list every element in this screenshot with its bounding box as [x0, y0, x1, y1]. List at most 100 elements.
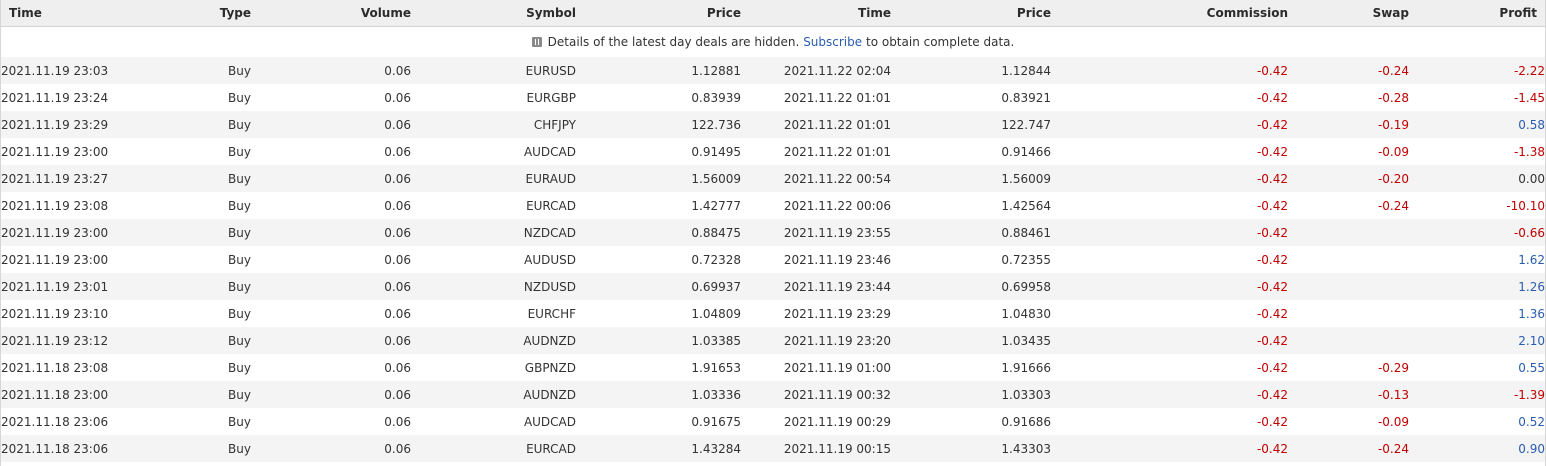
cell-close-price: 0.91686 — [1001, 414, 1051, 429]
notice-text: Details of the latest day deals are hidd… — [547, 35, 800, 49]
cell-close-time: 2021.11.19 00:15 — [741, 435, 891, 462]
table-header: Time Type Volume Symbol Price Time Price… — [1, 0, 1545, 27]
cell-close-time: 2021.11.19 00:29 — [783, 414, 891, 429]
cell-type: Buy — [151, 381, 251, 408]
cell-symbol: AUDUSD — [524, 252, 576, 267]
cell-commission: -0.42 — [1051, 273, 1288, 300]
header-close-price[interactable]: Price — [891, 0, 1051, 27]
subscribe-link[interactable]: Subscribe — [803, 35, 862, 49]
cell-type: Buy — [228, 90, 251, 105]
cell-swap: -0.13 — [1288, 381, 1409, 408]
cell-volume: 0.06 — [251, 273, 411, 300]
cell-open-price: 0.91495 — [691, 144, 741, 159]
cell-commission: -0.42 — [1256, 306, 1288, 321]
cell-open-time: 2021.11.18 23:00 — [1, 381, 151, 408]
cell-open-time: 2021.11.19 23:27 — [1, 165, 151, 192]
cell-open-price: 0.83939 — [691, 90, 741, 105]
cell-symbol: EURUSD — [411, 57, 576, 84]
table-row: 2021.11.19 23:00 Buy 0.06 AUDUSD 0.72328 2021… — [1, 246, 1545, 273]
cell-swap: -0.28 — [1377, 90, 1409, 105]
cell-type: Buy — [228, 252, 251, 267]
cell-commission: -0.42 — [1256, 198, 1288, 213]
cell-swap: -0.24 — [1288, 57, 1409, 84]
cell-open-price: 0.91675 — [691, 414, 741, 429]
cell-open-time: 2021.11.19 23:01 — [1, 273, 151, 300]
cell-commission: -0.42 — [1256, 360, 1288, 375]
cell-symbol: EURCAD — [411, 435, 576, 462]
cell-type: Buy — [228, 360, 251, 375]
hidden-deals-notice: Details of the latest day deals are hidd… — [1, 27, 1545, 58]
cell-profit: -2.22 — [1409, 57, 1545, 84]
table-row: 2021.11.19 23:01 Buy 0.06 NZDUSD 0.69937 2021… — [1, 273, 1545, 300]
cell-profit: -1.38 — [1513, 144, 1545, 159]
cell-swap: -0.29 — [1377, 360, 1409, 375]
cell-close-time: 2021.11.19 23:55 — [741, 219, 891, 246]
cell-close-time: 2021.11.22 00:54 — [741, 165, 891, 192]
cell-close-time: 2021.11.19 23:46 — [783, 252, 891, 267]
cell-symbol: AUDNZD — [411, 381, 576, 408]
cell-open-time: 2021.11.19 23:12 — [1, 327, 151, 354]
cell-close-price: 1.12844 — [891, 57, 1051, 84]
header-profit[interactable]: Profit — [1409, 0, 1545, 27]
table-row: 2021.11.19 23:24 Buy 0.06 EURGBP 0.83939 2021… — [1, 84, 1545, 111]
header-commission[interactable]: Commission — [1051, 0, 1288, 27]
header-type[interactable]: Type — [151, 0, 251, 27]
header-symbol[interactable]: Symbol — [411, 0, 576, 27]
cell-type: Buy — [228, 198, 251, 213]
header-swap[interactable]: Swap — [1288, 0, 1409, 27]
cell-volume: 0.06 — [384, 198, 411, 213]
header-volume[interactable]: Volume — [251, 0, 411, 27]
cell-commission: -0.42 — [1256, 144, 1288, 159]
cell-profit: 1.26 — [1409, 273, 1545, 300]
cell-close-price: 0.83921 — [1001, 90, 1051, 105]
header-open-price[interactable]: Price — [576, 0, 741, 27]
cell-symbol: NZDUSD — [411, 273, 576, 300]
cell-open-price: 1.42777 — [691, 198, 741, 213]
cell-open-price: 0.88475 — [576, 219, 741, 246]
cell-close-price: 1.03435 — [891, 327, 1051, 354]
cell-open-time: 2021.11.19 23:00 — [1, 144, 109, 159]
cell-close-time: 2021.11.22 02:04 — [741, 57, 891, 84]
hidden-deals-notice-cell: Details of the latest day deals are hidd… — [1, 27, 1545, 58]
cell-open-price: 1.03385 — [576, 327, 741, 354]
cell-open-time: 2021.11.19 23:24 — [1, 90, 109, 105]
cell-swap — [1288, 300, 1409, 327]
cell-swap: -0.20 — [1288, 165, 1409, 192]
cell-close-price: 1.91666 — [1001, 360, 1051, 375]
cell-commission: -0.42 — [1051, 435, 1288, 462]
table-row: 2021.11.19 23:00 Buy 0.06 AUDCAD 0.91495 2021… — [1, 138, 1545, 165]
cell-swap: -0.24 — [1288, 435, 1409, 462]
cell-close-price: 0.88461 — [891, 219, 1051, 246]
cell-swap — [1288, 219, 1409, 246]
header-open-time[interactable]: Time — [1, 0, 151, 27]
cell-volume: 0.06 — [251, 57, 411, 84]
cell-profit: -0.66 — [1409, 219, 1545, 246]
cell-close-price: 1.04830 — [1001, 306, 1051, 321]
deals-history-panel: Time Type Volume Symbol Price Time Price… — [0, 0, 1546, 466]
header-close-time[interactable]: Time — [741, 0, 891, 27]
cell-profit: 0.58 — [1409, 111, 1545, 138]
cell-profit: -10.10 — [1506, 198, 1545, 213]
cell-profit: 0.55 — [1518, 360, 1545, 375]
cell-profit: 1.62 — [1518, 252, 1545, 267]
cell-type: Buy — [151, 435, 251, 462]
cell-open-price: 1.04809 — [691, 306, 741, 321]
cell-commission: -0.42 — [1051, 57, 1288, 84]
cell-commission: -0.42 — [1256, 90, 1288, 105]
cell-volume: 0.06 — [251, 327, 411, 354]
cell-symbol: EURAUD — [411, 165, 576, 192]
cell-profit: -1.39 — [1409, 381, 1545, 408]
cell-close-price: 122.747 — [891, 111, 1051, 138]
cell-symbol: AUDCAD — [523, 144, 576, 159]
cell-close-time: 2021.11.19 23:44 — [741, 273, 891, 300]
cell-symbol: AUDCAD — [523, 414, 576, 429]
cell-close-price: 1.42564 — [1001, 198, 1051, 213]
cell-symbol: NZDCAD — [411, 219, 576, 246]
cell-open-time: 2021.11.19 23:10 — [1, 306, 109, 321]
cell-swap: -0.09 — [1377, 144, 1409, 159]
cell-swap: -0.19 — [1288, 111, 1409, 138]
cell-swap: -0.09 — [1377, 414, 1409, 429]
cell-close-time: 2021.11.19 01:00 — [783, 360, 891, 375]
cell-open-price: 0.69937 — [576, 273, 741, 300]
table-row: 2021.11.19 23:12 Buy 0.06 AUDNZD 1.03385 2021… — [1, 327, 1545, 354]
